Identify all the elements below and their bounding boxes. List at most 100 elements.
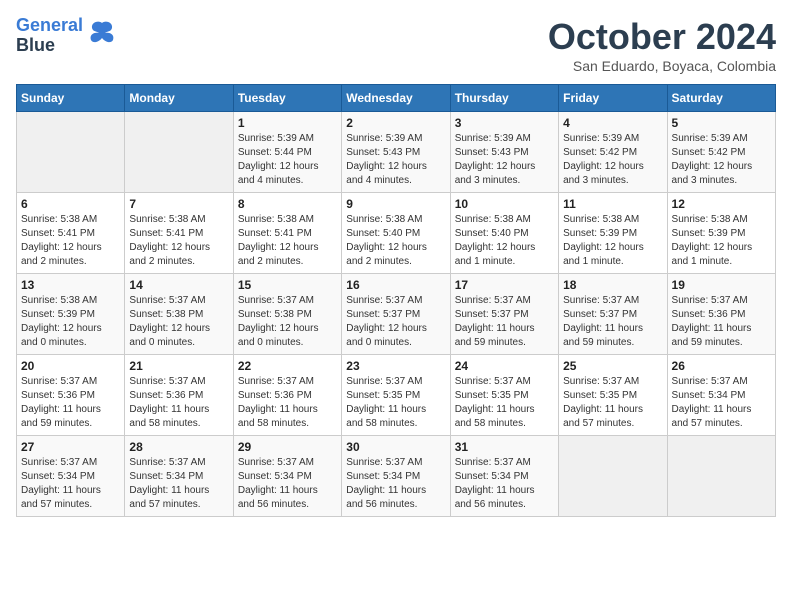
calendar-header-cell: Saturday: [667, 85, 775, 112]
day-info: Sunrise: 5:38 AM Sunset: 5:41 PM Dayligh…: [21, 213, 120, 269]
header: General Blue October 2024 San Eduardo, B…: [16, 16, 776, 74]
day-info: Sunrise: 5:38 AM Sunset: 5:41 PM Dayligh…: [129, 213, 228, 269]
day-number: 3: [455, 116, 554, 130]
calendar-day-cell: 5 Sunrise: 5:39 AM Sunset: 5:42 PM Daylig…: [667, 112, 775, 193]
calendar-day-cell: 14 Sunrise: 5:37 AM Sunset: 5:38 PM Dayli…: [125, 274, 233, 355]
day-info: Sunrise: 5:38 AM Sunset: 5:40 PM Dayligh…: [346, 213, 445, 269]
calendar-body: 1 Sunrise: 5:39 AM Sunset: 5:44 PM Daylig…: [17, 112, 776, 517]
calendar-day-cell: 29 Sunrise: 5:37 AM Sunset: 5:34 PM Dayli…: [233, 436, 341, 517]
month-title: October 2024: [548, 16, 776, 58]
calendar-day-cell: 23Sunrise: 5:37 AM Sunset: 5:35 PM Dayli…: [342, 355, 450, 436]
calendar-header-cell: Monday: [125, 85, 233, 112]
day-number: 5: [672, 116, 771, 130]
title-section: October 2024 San Eduardo, Boyaca, Colomb…: [548, 16, 776, 74]
calendar-day-cell: 13 Sunrise: 5:38 AM Sunset: 5:39 PM Dayli…: [17, 274, 125, 355]
calendar-day-cell: 2 Sunrise: 5:39 AM Sunset: 5:43 PM Daylig…: [342, 112, 450, 193]
calendar-header-cell: Sunday: [17, 85, 125, 112]
calendar-day-cell: 18 Sunrise: 5:37 AM Sunset: 5:37 PM Dayli…: [559, 274, 667, 355]
day-number: 10: [455, 197, 554, 211]
day-info: Sunrise: 5:38 AM Sunset: 5:39 PM Dayligh…: [563, 213, 662, 269]
calendar-day-cell: 1 Sunrise: 5:39 AM Sunset: 5:44 PM Daylig…: [233, 112, 341, 193]
day-number: 28: [129, 440, 228, 454]
day-info: Sunrise: 5:38 AM Sunset: 5:39 PM Dayligh…: [21, 294, 120, 350]
calendar-day-cell: 20Sunrise: 5:37 AM Sunset: 5:36 PM Dayli…: [17, 355, 125, 436]
day-info: Sunrise: 5:38 AM Sunset: 5:39 PM Dayligh…: [672, 213, 771, 269]
day-info: Sunrise: 5:37 AM Sunset: 5:34 PM Dayligh…: [346, 456, 445, 512]
day-info: Sunrise: 5:38 AM Sunset: 5:41 PM Dayligh…: [238, 213, 337, 269]
calendar-day-cell: 7Sunrise: 5:38 AM Sunset: 5:41 PM Daylig…: [125, 193, 233, 274]
calendar-day-cell: [17, 112, 125, 193]
calendar-day-cell: 16 Sunrise: 5:37 AM Sunset: 5:37 PM Dayli…: [342, 274, 450, 355]
day-info: Sunrise: 5:39 AM Sunset: 5:42 PM Dayligh…: [672, 132, 771, 188]
calendar-day-cell: 22 Sunrise: 5:37 AM Sunset: 5:36 PM Dayli…: [233, 355, 341, 436]
day-number: 13: [21, 278, 120, 292]
calendar-day-cell: [559, 436, 667, 517]
day-info: Sunrise: 5:37 AM Sunset: 5:37 PM Dayligh…: [455, 294, 554, 350]
calendar-day-cell: 27 Sunrise: 5:37 AM Sunset: 5:34 PM Dayli…: [17, 436, 125, 517]
day-info: Sunrise: 5:37 AM Sunset: 5:36 PM Dayligh…: [129, 375, 228, 431]
day-info: Sunrise: 5:37 AM Sunset: 5:34 PM Dayligh…: [238, 456, 337, 512]
calendar-day-cell: 4 Sunrise: 5:39 AM Sunset: 5:42 PM Daylig…: [559, 112, 667, 193]
calendar-week-row: 20Sunrise: 5:37 AM Sunset: 5:36 PM Dayli…: [17, 355, 776, 436]
day-number: 11: [563, 197, 662, 211]
calendar-day-cell: 10 Sunrise: 5:38 AM Sunset: 5:40 PM Dayli…: [450, 193, 558, 274]
calendar-day-cell: 30 Sunrise: 5:37 AM Sunset: 5:34 PM Dayli…: [342, 436, 450, 517]
day-info: Sunrise: 5:37 AM Sunset: 5:38 PM Dayligh…: [238, 294, 337, 350]
calendar-day-cell: 21Sunrise: 5:37 AM Sunset: 5:36 PM Dayli…: [125, 355, 233, 436]
day-number: 25: [563, 359, 662, 373]
day-info: Sunrise: 5:37 AM Sunset: 5:38 PM Dayligh…: [129, 294, 228, 350]
calendar-header-cell: Tuesday: [233, 85, 341, 112]
calendar-week-row: 27 Sunrise: 5:37 AM Sunset: 5:34 PM Dayli…: [17, 436, 776, 517]
day-number: 1: [238, 116, 337, 130]
calendar-header-cell: Wednesday: [342, 85, 450, 112]
day-info: Sunrise: 5:38 AM Sunset: 5:40 PM Dayligh…: [455, 213, 554, 269]
day-info: Sunrise: 5:39 AM Sunset: 5:43 PM Dayligh…: [455, 132, 554, 188]
calendar-day-cell: 12Sunrise: 5:38 AM Sunset: 5:39 PM Dayli…: [667, 193, 775, 274]
calendar-day-cell: 25 Sunrise: 5:37 AM Sunset: 5:35 PM Dayli…: [559, 355, 667, 436]
day-info: Sunrise: 5:37 AM Sunset: 5:36 PM Dayligh…: [21, 375, 120, 431]
day-number: 14: [129, 278, 228, 292]
logo-text: General Blue: [16, 16, 83, 56]
day-info: Sunrise: 5:37 AM Sunset: 5:36 PM Dayligh…: [672, 294, 771, 350]
day-number: 31: [455, 440, 554, 454]
location-subtitle: San Eduardo, Boyaca, Colombia: [548, 58, 776, 74]
calendar-day-cell: 19Sunrise: 5:37 AM Sunset: 5:36 PM Dayli…: [667, 274, 775, 355]
calendar-day-cell: 8 Sunrise: 5:38 AM Sunset: 5:41 PM Daylig…: [233, 193, 341, 274]
day-number: 24: [455, 359, 554, 373]
day-number: 22: [238, 359, 337, 373]
calendar-day-cell: [667, 436, 775, 517]
day-number: 27: [21, 440, 120, 454]
day-info: Sunrise: 5:37 AM Sunset: 5:37 PM Dayligh…: [346, 294, 445, 350]
calendar-day-cell: 24Sunrise: 5:37 AM Sunset: 5:35 PM Dayli…: [450, 355, 558, 436]
day-info: Sunrise: 5:37 AM Sunset: 5:37 PM Dayligh…: [563, 294, 662, 350]
day-info: Sunrise: 5:39 AM Sunset: 5:42 PM Dayligh…: [563, 132, 662, 188]
calendar-day-cell: 31Sunrise: 5:37 AM Sunset: 5:34 PM Dayli…: [450, 436, 558, 517]
calendar-day-cell: 15Sunrise: 5:37 AM Sunset: 5:38 PM Dayli…: [233, 274, 341, 355]
day-info: Sunrise: 5:37 AM Sunset: 5:34 PM Dayligh…: [21, 456, 120, 512]
day-number: 16: [346, 278, 445, 292]
calendar-day-cell: 26Sunrise: 5:37 AM Sunset: 5:34 PM Dayli…: [667, 355, 775, 436]
calendar-day-cell: 6Sunrise: 5:38 AM Sunset: 5:41 PM Daylig…: [17, 193, 125, 274]
logo-bird-icon: [87, 18, 117, 48]
day-number: 18: [563, 278, 662, 292]
day-info: Sunrise: 5:37 AM Sunset: 5:36 PM Dayligh…: [238, 375, 337, 431]
calendar-table: SundayMondayTuesdayWednesdayThursdayFrid…: [16, 84, 776, 517]
calendar-day-cell: 17Sunrise: 5:37 AM Sunset: 5:37 PM Dayli…: [450, 274, 558, 355]
calendar-header-row: SundayMondayTuesdayWednesdayThursdayFrid…: [17, 85, 776, 112]
day-info: Sunrise: 5:39 AM Sunset: 5:43 PM Dayligh…: [346, 132, 445, 188]
calendar-week-row: 6Sunrise: 5:38 AM Sunset: 5:41 PM Daylig…: [17, 193, 776, 274]
day-info: Sunrise: 5:37 AM Sunset: 5:35 PM Dayligh…: [563, 375, 662, 431]
calendar-day-cell: 28Sunrise: 5:37 AM Sunset: 5:34 PM Dayli…: [125, 436, 233, 517]
day-number: 9: [346, 197, 445, 211]
day-number: 2: [346, 116, 445, 130]
day-info: Sunrise: 5:37 AM Sunset: 5:34 PM Dayligh…: [672, 375, 771, 431]
day-info: Sunrise: 5:39 AM Sunset: 5:44 PM Dayligh…: [238, 132, 337, 188]
day-number: 30: [346, 440, 445, 454]
day-number: 29: [238, 440, 337, 454]
calendar-day-cell: [125, 112, 233, 193]
calendar-day-cell: 9 Sunrise: 5:38 AM Sunset: 5:40 PM Daylig…: [342, 193, 450, 274]
day-number: 8: [238, 197, 337, 211]
day-info: Sunrise: 5:37 AM Sunset: 5:35 PM Dayligh…: [346, 375, 445, 431]
calendar-header-cell: Friday: [559, 85, 667, 112]
day-number: 4: [563, 116, 662, 130]
